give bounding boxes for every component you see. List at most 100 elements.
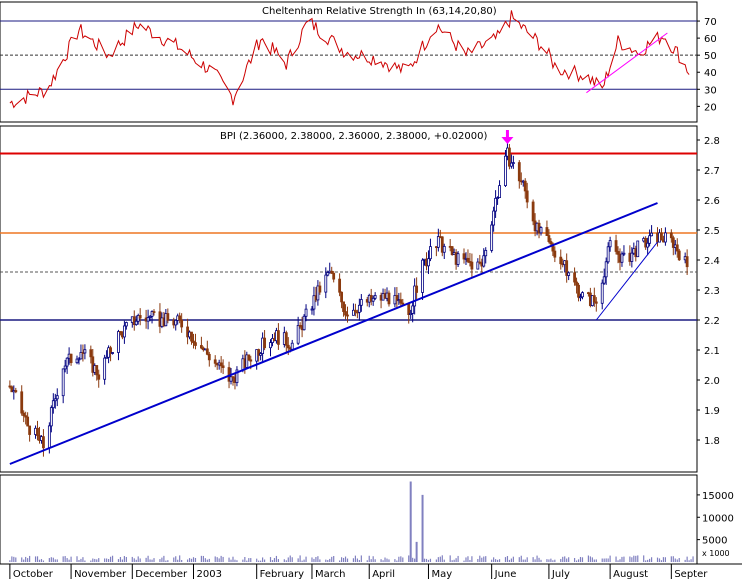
candle-body: [249, 359, 253, 362]
candle-body: [685, 256, 689, 268]
candle-body: [190, 331, 193, 342]
candle-body: [466, 257, 470, 262]
month-label: April: [372, 569, 395, 579]
candle-body: [630, 252, 634, 262]
candle-body: [247, 354, 251, 361]
candle-body: [263, 337, 266, 349]
volume-panel-frame: [0, 474, 698, 565]
rsi-panel-frame: [0, 1, 698, 123]
candle-body: [207, 353, 211, 361]
candle-body: [36, 427, 39, 437]
candle-body: [344, 311, 347, 316]
candle-body: [61, 368, 65, 397]
candle-body: [606, 246, 610, 263]
candle-body: [415, 285, 419, 293]
month-label: June: [494, 569, 517, 579]
candle-body: [553, 250, 557, 258]
stock-chart: Cheltenham Relative Strength In (63,14,2…: [0, 1, 742, 579]
candle-body: [277, 330, 280, 345]
candle-body: [340, 291, 343, 303]
candle-body: [174, 319, 178, 326]
rsi-trendline: [586, 32, 668, 94]
candle-body: [152, 311, 156, 313]
candle-body: [338, 278, 342, 293]
candle-body: [373, 295, 377, 299]
month-label: Septer: [674, 569, 708, 579]
candle-body: [55, 395, 59, 400]
candle-body: [47, 425, 51, 449]
candle-body: [194, 342, 197, 346]
candle-body: [399, 299, 403, 304]
candle-body: [180, 319, 184, 328]
rsi-tick-label: 60: [704, 34, 717, 45]
price-tick-label: 2.1: [704, 346, 720, 357]
volume-tick-label: 5000: [702, 536, 727, 547]
month-label: October: [13, 569, 54, 579]
candle-body: [14, 390, 18, 393]
candle-body: [608, 240, 612, 248]
candle-body: [357, 304, 361, 313]
candle-body: [581, 292, 584, 298]
candle-body: [117, 331, 120, 353]
candle-body: [436, 236, 440, 248]
candle-body: [622, 252, 626, 255]
candle-body: [138, 315, 142, 319]
candle-body: [575, 281, 578, 286]
candle-body: [134, 320, 138, 326]
candle-body: [482, 255, 486, 267]
candle-body: [539, 227, 543, 234]
candle-body: [492, 210, 496, 226]
candle-body: [122, 325, 126, 338]
candle-body: [490, 224, 494, 251]
month-label: December: [135, 569, 188, 579]
price-layer: [0, 130, 697, 465]
candle-body: [648, 235, 652, 244]
candle-body: [504, 155, 507, 187]
rsi-line: [9, 10, 690, 109]
candle-body: [600, 282, 604, 304]
candle-body: [604, 261, 608, 278]
candle-body: [359, 299, 363, 306]
candle-body: [620, 253, 624, 263]
price-tick-label: 1.9: [704, 406, 720, 417]
candle-body: [523, 180, 527, 192]
rsi-tick-label: 50: [704, 51, 717, 62]
candle-body: [646, 242, 650, 248]
chart-container: Cheltenham Relative Strength In (63,14,2…: [0, 0, 742, 579]
candle-body: [269, 342, 272, 349]
candle-body: [421, 259, 424, 293]
candle-body: [525, 190, 529, 203]
candle-body: [517, 162, 521, 182]
candle-body: [213, 359, 217, 364]
candle-body: [346, 314, 349, 317]
candle-body: [559, 256, 563, 265]
candle-body: [614, 240, 618, 252]
candle-body: [89, 349, 93, 358]
month-label: July: [551, 569, 570, 579]
volume-layer: [9, 481, 694, 562]
candle-body: [427, 258, 430, 267]
candle-body: [304, 308, 308, 317]
main-trendline: [9, 202, 658, 465]
candle-body: [531, 201, 535, 222]
candle-body: [69, 353, 73, 364]
candle-body: [371, 297, 375, 302]
candle-body: [669, 232, 673, 239]
month-label: February: [260, 569, 304, 579]
price-title: BPI (2.36000, 2.38000, 2.36000, 2.38000,…: [220, 131, 487, 142]
candle-body: [470, 261, 474, 270]
month-label: August: [613, 569, 648, 579]
rsi-tick-label: 20: [704, 102, 717, 113]
candle-body: [675, 244, 679, 252]
candle-body: [573, 272, 576, 283]
candle-body: [178, 315, 182, 321]
volume-tick-label: 10000: [702, 513, 734, 524]
price-tick-label: 2.5: [704, 226, 720, 237]
rsi-tick-label: 40: [704, 68, 717, 79]
price-tick-label: 2.6: [704, 196, 720, 207]
month-label: March: [315, 569, 345, 579]
month-label: November: [74, 569, 127, 579]
month-label: 2003: [197, 569, 222, 579]
candle-body: [95, 365, 99, 376]
candle-body: [28, 425, 32, 435]
